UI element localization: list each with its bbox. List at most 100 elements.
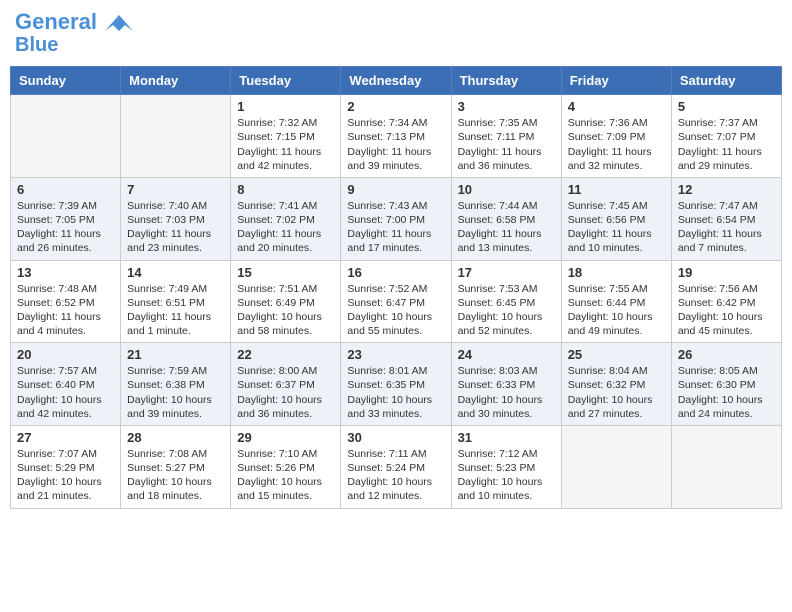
day-number: 3 — [458, 99, 555, 114]
day-number: 21 — [127, 347, 224, 362]
calendar-day — [561, 425, 671, 508]
calendar-day — [671, 425, 781, 508]
calendar-day: 24 Sunrise: 8:03 AMSunset: 6:33 PMDayligh… — [451, 343, 561, 426]
day-info: Sunrise: 7:48 AMSunset: 6:52 PMDaylight:… — [17, 282, 114, 339]
day-info: Sunrise: 7:39 AMSunset: 7:05 PMDaylight:… — [17, 199, 114, 256]
calendar-day: 10 Sunrise: 7:44 AMSunset: 6:58 PMDayligh… — [451, 177, 561, 260]
day-info: Sunrise: 8:05 AMSunset: 6:30 PMDaylight:… — [678, 364, 775, 421]
logo-blue: Blue — [15, 34, 58, 56]
day-info: Sunrise: 7:07 AMSunset: 5:29 PMDaylight:… — [17, 447, 114, 504]
day-number: 29 — [237, 430, 334, 445]
day-info: Sunrise: 7:11 AMSunset: 5:24 PMDaylight:… — [347, 447, 444, 504]
weekday-header-saturday: Saturday — [671, 67, 781, 95]
day-number: 17 — [458, 265, 555, 280]
day-info: Sunrise: 7:44 AMSunset: 6:58 PMDaylight:… — [458, 199, 555, 256]
calendar-day: 31 Sunrise: 7:12 AMSunset: 5:23 PMDayligh… — [451, 425, 561, 508]
weekday-header-row: SundayMondayTuesdayWednesdayThursdayFrid… — [11, 67, 782, 95]
day-number: 13 — [17, 265, 114, 280]
calendar-day: 22 Sunrise: 8:00 AMSunset: 6:37 PMDayligh… — [231, 343, 341, 426]
calendar-day: 7 Sunrise: 7:40 AMSunset: 7:03 PMDaylight… — [121, 177, 231, 260]
calendar-day: 8 Sunrise: 7:41 AMSunset: 7:02 PMDaylight… — [231, 177, 341, 260]
calendar-day: 17 Sunrise: 7:53 AMSunset: 6:45 PMDayligh… — [451, 260, 561, 343]
weekday-header-friday: Friday — [561, 67, 671, 95]
day-info: Sunrise: 7:40 AMSunset: 7:03 PMDaylight:… — [127, 199, 224, 256]
day-info: Sunrise: 7:12 AMSunset: 5:23 PMDaylight:… — [458, 447, 555, 504]
calendar-table: SundayMondayTuesdayWednesdayThursdayFrid… — [10, 66, 782, 508]
calendar-day: 26Sunrise: 8:05 AMSunset: 6:30 PMDayligh… — [671, 343, 781, 426]
day-info: Sunrise: 8:03 AMSunset: 6:33 PMDaylight:… — [458, 364, 555, 421]
day-number: 22 — [237, 347, 334, 362]
day-number: 10 — [458, 182, 555, 197]
day-number: 14 — [127, 265, 224, 280]
calendar-day: 20 Sunrise: 7:57 AMSunset: 6:40 PMDayligh… — [11, 343, 121, 426]
calendar-day: 27 Sunrise: 7:07 AMSunset: 5:29 PMDayligh… — [11, 425, 121, 508]
calendar-day: 13 Sunrise: 7:48 AMSunset: 6:52 PMDayligh… — [11, 260, 121, 343]
day-number: 18 — [568, 265, 665, 280]
day-info: Sunrise: 7:43 AMSunset: 7:00 PMDaylight:… — [347, 199, 444, 256]
day-info: Sunrise: 7:53 AMSunset: 6:45 PMDaylight:… — [458, 282, 555, 339]
calendar-day: 25Sunrise: 8:04 AMSunset: 6:32 PMDayligh… — [561, 343, 671, 426]
day-info: Sunrise: 7:37 AMSunset: 7:07 PMDaylight:… — [678, 116, 775, 173]
day-number: 9 — [347, 182, 444, 197]
day-info: Sunrise: 7:49 AMSunset: 6:51 PMDaylight:… — [127, 282, 224, 339]
day-number: 31 — [458, 430, 555, 445]
day-number: 1 — [237, 99, 334, 114]
day-info: Sunrise: 7:57 AMSunset: 6:40 PMDaylight:… — [17, 364, 114, 421]
weekday-header-thursday: Thursday — [451, 67, 561, 95]
calendar-day: 19Sunrise: 7:56 AMSunset: 6:42 PMDayligh… — [671, 260, 781, 343]
calendar-day: 4Sunrise: 7:36 AMSunset: 7:09 PMDaylight… — [561, 95, 671, 178]
day-info: Sunrise: 7:47 AMSunset: 6:54 PMDaylight:… — [678, 199, 775, 256]
day-info: Sunrise: 7:45 AMSunset: 6:56 PMDaylight:… — [568, 199, 665, 256]
calendar-day: 11 Sunrise: 7:45 AMSunset: 6:56 PMDayligh… — [561, 177, 671, 260]
day-number: 20 — [17, 347, 114, 362]
day-number: 6 — [17, 182, 114, 197]
calendar-day: 12 Sunrise: 7:47 AMSunset: 6:54 PMDayligh… — [671, 177, 781, 260]
day-info: Sunrise: 7:55 AMSunset: 6:44 PMDaylight:… — [568, 282, 665, 339]
day-number: 12 — [678, 182, 775, 197]
day-number: 23 — [347, 347, 444, 362]
day-info: Sunrise: 8:00 AMSunset: 6:37 PMDaylight:… — [237, 364, 334, 421]
day-number: 27 — [17, 430, 114, 445]
calendar-day: 23 Sunrise: 8:01 AMSunset: 6:35 PMDayligh… — [341, 343, 451, 426]
calendar-week-4: 20 Sunrise: 7:57 AMSunset: 6:40 PMDayligh… — [11, 343, 782, 426]
day-number: 19 — [678, 265, 775, 280]
day-number: 28 — [127, 430, 224, 445]
day-info: Sunrise: 7:59 AMSunset: 6:38 PMDaylight:… — [127, 364, 224, 421]
logo: General Blue — [15, 10, 133, 56]
calendar-day: 14 Sunrise: 7:49 AMSunset: 6:51 PMDayligh… — [121, 260, 231, 343]
calendar-day: 3 Sunrise: 7:35 AMSunset: 7:11 PMDaylight… — [451, 95, 561, 178]
calendar-week-2: 6 Sunrise: 7:39 AMSunset: 7:05 PMDaylight… — [11, 177, 782, 260]
calendar-day: 5Sunrise: 7:37 AMSunset: 7:07 PMDaylight… — [671, 95, 781, 178]
calendar-week-5: 27 Sunrise: 7:07 AMSunset: 5:29 PMDayligh… — [11, 425, 782, 508]
calendar-week-1: 1Sunrise: 7:32 AMSunset: 7:15 PMDaylight… — [11, 95, 782, 178]
weekday-header-monday: Monday — [121, 67, 231, 95]
day-info: Sunrise: 7:51 AMSunset: 6:49 PMDaylight:… — [237, 282, 334, 339]
page-header: General Blue — [10, 10, 782, 56]
day-number: 16 — [347, 265, 444, 280]
calendar-day: 30 Sunrise: 7:11 AMSunset: 5:24 PMDayligh… — [341, 425, 451, 508]
weekday-header-wednesday: Wednesday — [341, 67, 451, 95]
day-info: Sunrise: 7:41 AMSunset: 7:02 PMDaylight:… — [237, 199, 334, 256]
day-info: Sunrise: 8:01 AMSunset: 6:35 PMDaylight:… — [347, 364, 444, 421]
calendar-week-3: 13 Sunrise: 7:48 AMSunset: 6:52 PMDayligh… — [11, 260, 782, 343]
day-number: 30 — [347, 430, 444, 445]
logo-text: General — [15, 10, 133, 34]
day-number: 7 — [127, 182, 224, 197]
calendar-day: 1Sunrise: 7:32 AMSunset: 7:15 PMDaylight… — [231, 95, 341, 178]
day-number: 24 — [458, 347, 555, 362]
day-number: 15 — [237, 265, 334, 280]
calendar-day: 16Sunrise: 7:52 AMSunset: 6:47 PMDayligh… — [341, 260, 451, 343]
day-number: 2 — [347, 99, 444, 114]
day-info: Sunrise: 7:35 AMSunset: 7:11 PMDaylight:… — [458, 116, 555, 173]
calendar-day: 28 Sunrise: 7:08 AMSunset: 5:27 PMDayligh… — [121, 425, 231, 508]
weekday-header-tuesday: Tuesday — [231, 67, 341, 95]
calendar-day: 6 Sunrise: 7:39 AMSunset: 7:05 PMDaylight… — [11, 177, 121, 260]
calendar-day: 9 Sunrise: 7:43 AMSunset: 7:00 PMDaylight… — [341, 177, 451, 260]
day-info: Sunrise: 7:10 AMSunset: 5:26 PMDaylight:… — [237, 447, 334, 504]
calendar-day — [121, 95, 231, 178]
calendar-day: 15 Sunrise: 7:51 AMSunset: 6:49 PMDayligh… — [231, 260, 341, 343]
day-number: 8 — [237, 182, 334, 197]
day-info: Sunrise: 7:08 AMSunset: 5:27 PMDaylight:… — [127, 447, 224, 504]
day-number: 11 — [568, 182, 665, 197]
calendar-day: 18 Sunrise: 7:55 AMSunset: 6:44 PMDayligh… — [561, 260, 671, 343]
